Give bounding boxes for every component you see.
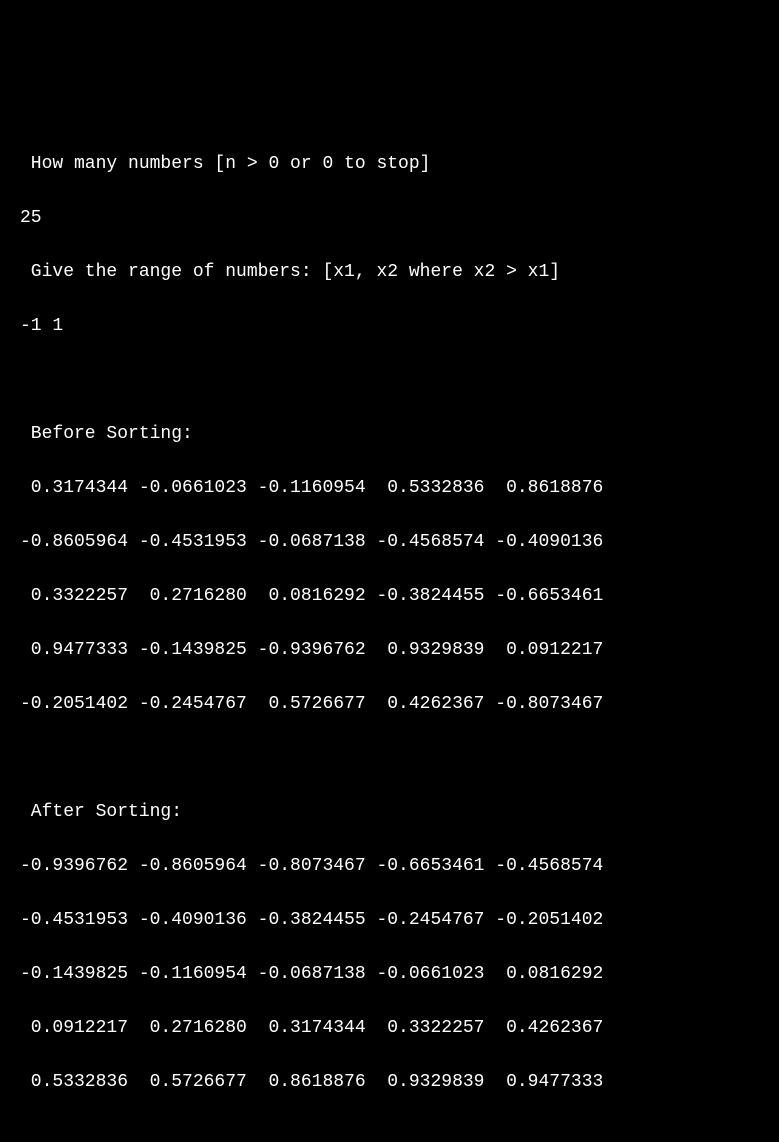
after-row-2: -0.1439825 -0.1160954 -0.0687138 -0.0661…	[20, 961, 759, 988]
prompt-range: Give the range of numbers: [x1, x2 where…	[20, 259, 759, 286]
after-row-0: -0.9396762 -0.8605964 -0.8073467 -0.6653…	[20, 853, 759, 880]
terminal-output: How many numbers [n > 0 or 0 to stop] 25…	[20, 124, 759, 1123]
before-row-2: 0.3322257 0.2716280 0.0816292 -0.3824455…	[20, 583, 759, 610]
before-sorting-label: Before Sorting:	[20, 421, 759, 448]
before-row-1: -0.8605964 -0.4531953 -0.0687138 -0.4568…	[20, 529, 759, 556]
blank-line	[20, 745, 759, 772]
input-range: -1 1	[20, 313, 759, 340]
after-row-4: 0.5332836 0.5726677 0.8618876 0.9329839 …	[20, 1069, 759, 1096]
blank-line	[20, 367, 759, 394]
after-row-1: -0.4531953 -0.4090136 -0.3824455 -0.2454…	[20, 907, 759, 934]
prompt-how-many: How many numbers [n > 0 or 0 to stop]	[20, 151, 759, 178]
before-row-3: 0.9477333 -0.1439825 -0.9396762 0.932983…	[20, 637, 759, 664]
before-row-0: 0.3174344 -0.0661023 -0.1160954 0.533283…	[20, 475, 759, 502]
after-sorting-label: After Sorting:	[20, 799, 759, 826]
after-row-3: 0.0912217 0.2716280 0.3174344 0.3322257 …	[20, 1015, 759, 1042]
input-count: 25	[20, 205, 759, 232]
before-row-4: -0.2051402 -0.2454767 0.5726677 0.426236…	[20, 691, 759, 718]
